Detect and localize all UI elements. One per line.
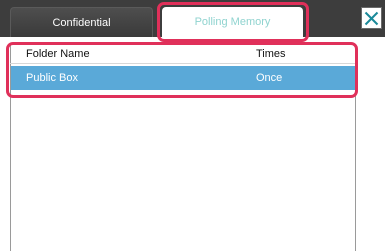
tab-polling-memory[interactable]: Polling Memory (162, 7, 303, 37)
polling-memory-screen: Confidential Polling Memory Folder Name … (0, 0, 385, 251)
row-folder-name: Public Box (26, 72, 78, 84)
row-times: Once (256, 72, 283, 84)
list-header: Folder Name Times (10, 44, 356, 64)
tab-confidential[interactable]: Confidential (10, 7, 153, 37)
right-margin (358, 37, 385, 251)
close-x-icon (364, 11, 379, 25)
list-row-public-box[interactable]: Public Box Once (11, 66, 355, 90)
column-header-times: Times (256, 48, 286, 60)
column-header-folder-name: Folder Name (26, 48, 90, 60)
close-button[interactable] (361, 7, 382, 29)
